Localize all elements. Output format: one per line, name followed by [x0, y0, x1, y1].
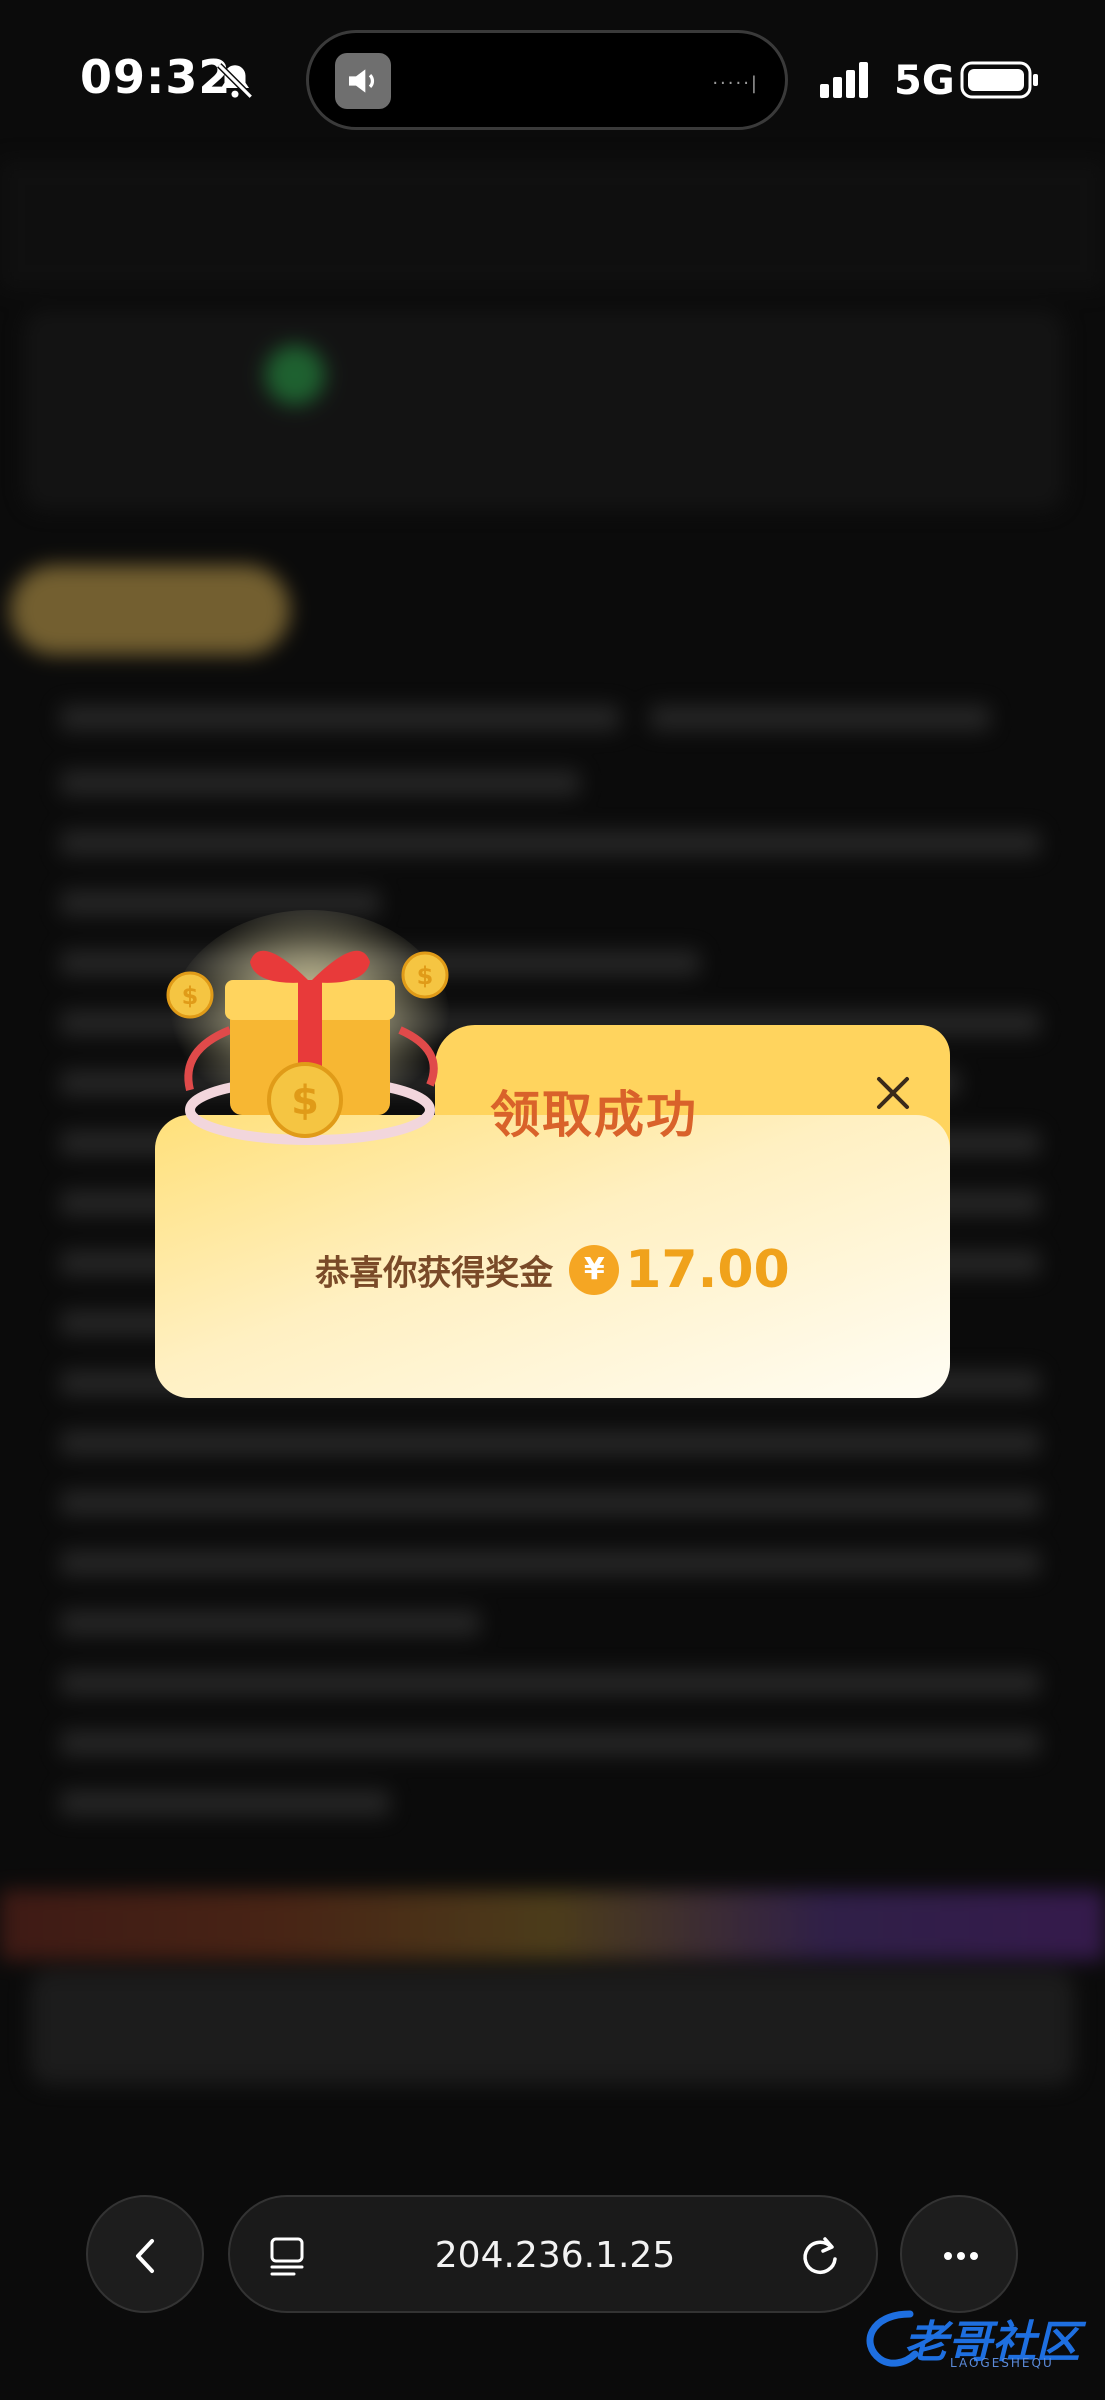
blurred-text-line — [60, 770, 580, 796]
reward-amount: 17.00 — [625, 1240, 790, 1300]
blurred-bottom-button — [30, 1970, 1075, 2085]
status-time: 09:32 — [80, 50, 232, 104]
blurred-status-dot — [265, 345, 325, 405]
reward-line: 恭喜你获得奖金 ¥17.00 — [155, 1240, 950, 1300]
more-icon — [944, 2252, 978, 2260]
blurred-text-line — [60, 1550, 1040, 1576]
address-bar[interactable]: 204.236.1.25 — [228, 2195, 878, 2313]
battery-icon — [960, 61, 1038, 99]
svg-text:$: $ — [182, 982, 199, 1010]
reload-icon[interactable] — [795, 2231, 845, 2281]
signal-icon — [820, 62, 868, 98]
blurred-text-line — [60, 830, 1040, 856]
watermark-logo: 老哥社区 LAOGESHEQU — [860, 2300, 1100, 2380]
blurred-text-line — [650, 705, 990, 731]
blurred-section-pill — [10, 565, 290, 655]
blurred-header — [0, 160, 1105, 290]
blurred-text-line — [60, 1610, 480, 1636]
close-icon[interactable] — [865, 1065, 921, 1121]
status-bar: 09:32 ·····| 5G — [0, 0, 1105, 160]
coin-icon: ¥ — [569, 1245, 620, 1295]
volume-level-indicator: ·····| — [712, 73, 759, 94]
blurred-text-line — [60, 1490, 1040, 1516]
url-text[interactable]: 204.236.1.25 — [230, 2235, 880, 2276]
watermark-subtext: LAOGESHEQU — [950, 2356, 1054, 2370]
svg-text:$: $ — [291, 1078, 319, 1124]
gift-icon: $ $ $ — [166, 910, 450, 1145]
blurred-text-line — [60, 1670, 1040, 1696]
network-type: 5G — [894, 58, 955, 104]
blurred-info-card — [24, 310, 1064, 510]
blurred-text-line — [60, 1790, 390, 1816]
svg-text:$: $ — [417, 962, 434, 990]
dynamic-island: ·····| — [306, 30, 788, 130]
dialog-title: 领取成功 — [490, 1086, 698, 1144]
blurred-text-line — [60, 705, 620, 731]
bell-muted-icon — [217, 63, 253, 99]
blurred-text-line — [60, 1430, 1040, 1456]
more-button[interactable] — [900, 2195, 1018, 2313]
blurred-text-line — [60, 1730, 1040, 1756]
back-icon — [136, 2239, 154, 2273]
blurred-banner — [0, 1890, 1105, 1960]
speaker-icon — [335, 53, 391, 109]
reward-message: 恭喜你获得奖金 — [315, 1253, 554, 1294]
back-button[interactable] — [86, 2195, 204, 2313]
